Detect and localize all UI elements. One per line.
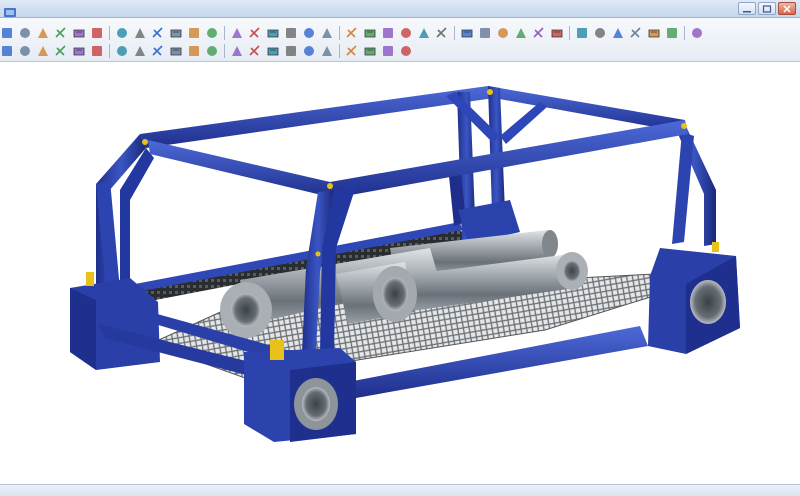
extend-icon[interactable] <box>133 44 147 58</box>
material-icon[interactable] <box>399 26 413 40</box>
yellow-block <box>270 340 284 360</box>
weld-icon[interactable] <box>205 44 219 58</box>
grid-icon[interactable] <box>435 26 449 40</box>
frame-assembly-render <box>70 86 740 442</box>
open-icon[interactable] <box>18 26 32 40</box>
cutlist-icon[interactable] <box>363 44 377 58</box>
front-left-bore <box>302 387 330 421</box>
print-icon[interactable] <box>90 26 104 40</box>
render-icon[interactable] <box>363 26 377 40</box>
part-icon[interactable] <box>690 26 704 40</box>
toolbar-separator <box>109 26 110 40</box>
pipe-icon[interactable] <box>248 44 262 58</box>
pan-icon[interactable] <box>230 26 244 40</box>
light-icon[interactable] <box>417 26 431 40</box>
section-icon[interactable] <box>320 26 334 40</box>
title-bar <box>0 0 800 18</box>
toolbar-separator <box>109 44 110 58</box>
ribbon-row-main <box>0 24 800 42</box>
assembly-icon[interactable] <box>665 26 679 40</box>
status-bar <box>0 484 800 496</box>
yellow-cap <box>712 242 719 252</box>
line-icon[interactable] <box>0 44 14 58</box>
view-front-icon[interactable] <box>266 26 280 40</box>
toolbar-separator <box>224 26 225 40</box>
loft-icon[interactable] <box>550 26 564 40</box>
layer-icon[interactable] <box>460 26 474 40</box>
save-icon[interactable] <box>36 26 50 40</box>
mirror-icon[interactable] <box>647 26 661 40</box>
ribbon-row-secondary <box>0 42 800 60</box>
sweep-icon[interactable] <box>532 26 546 40</box>
toolbar-separator <box>224 44 225 58</box>
offset-icon[interactable] <box>151 44 165 58</box>
new-icon[interactable] <box>0 26 14 40</box>
spline-icon[interactable] <box>90 44 104 58</box>
undo-icon[interactable] <box>54 26 68 40</box>
front-top-beam <box>148 140 334 198</box>
view-iso-icon[interactable] <box>302 26 316 40</box>
measure-icon[interactable] <box>345 26 359 40</box>
cut-icon[interactable] <box>115 26 129 40</box>
bolt-icon[interactable] <box>230 44 244 58</box>
cad-window <box>0 0 800 496</box>
fillet-icon[interactable] <box>575 26 589 40</box>
shell-icon[interactable] <box>611 26 625 40</box>
rear-top-beam <box>140 86 494 148</box>
toolbar-separator <box>339 26 340 40</box>
sketch-icon[interactable] <box>478 26 492 40</box>
right-rear-bore <box>690 280 726 324</box>
window-controls <box>738 2 796 15</box>
toolbar-separator <box>339 44 340 58</box>
rotate-icon[interactable] <box>187 26 201 40</box>
app-icon[interactable] <box>4 3 16 17</box>
extrude-icon[interactable] <box>496 26 510 40</box>
polygon-icon[interactable] <box>72 44 86 58</box>
minimize-button[interactable] <box>738 2 756 15</box>
toolbar-separator <box>454 26 455 40</box>
constraint-icon[interactable] <box>187 44 201 58</box>
rectangle-icon[interactable] <box>54 44 68 58</box>
drawing-icon[interactable] <box>381 44 395 58</box>
beam-icon[interactable] <box>266 44 280 58</box>
fit-icon[interactable] <box>248 26 262 40</box>
plate-icon[interactable] <box>284 44 298 58</box>
revolve-icon[interactable] <box>514 26 528 40</box>
chamfer-icon[interactable] <box>593 26 607 40</box>
close-button[interactable] <box>778 2 796 15</box>
ribbon-toolbar <box>0 18 800 62</box>
maximize-button[interactable] <box>758 2 776 15</box>
bend-icon[interactable] <box>345 44 359 58</box>
redo-icon[interactable] <box>72 26 86 40</box>
copy-icon[interactable] <box>133 26 147 40</box>
frame-icon[interactable] <box>302 44 316 58</box>
tube-icon[interactable] <box>320 44 334 58</box>
toolbar-separator <box>569 26 570 40</box>
pattern-icon[interactable] <box>629 26 643 40</box>
circle-icon[interactable] <box>36 44 50 58</box>
mesh-icon[interactable] <box>381 26 395 40</box>
dimension-icon[interactable] <box>169 44 183 58</box>
3d-viewport[interactable] <box>0 62 800 484</box>
select-icon[interactable] <box>169 26 183 40</box>
trim-icon[interactable] <box>115 44 129 58</box>
arc-icon[interactable] <box>18 44 32 58</box>
export-icon[interactable] <box>399 44 413 58</box>
zoom-icon[interactable] <box>205 26 219 40</box>
view-top-icon[interactable] <box>284 26 298 40</box>
toolbar-separator <box>684 26 685 40</box>
paste-icon[interactable] <box>151 26 165 40</box>
